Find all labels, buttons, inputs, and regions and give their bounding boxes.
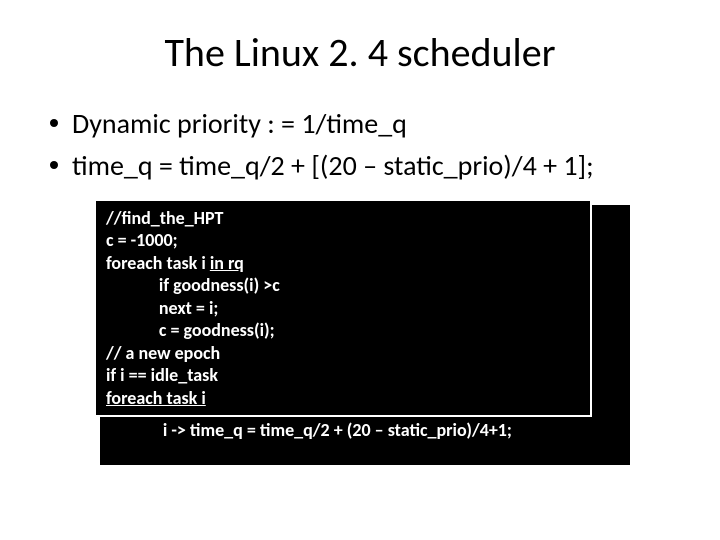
bullet-item: Dynamic priority : = 1/time_q bbox=[50, 105, 680, 143]
code-line: // a new epoch bbox=[106, 342, 580, 365]
code-text: foreach task i bbox=[106, 252, 210, 274]
code-line: if i == idle_task bbox=[106, 364, 580, 387]
code-text-underline: in rq bbox=[210, 252, 244, 274]
slide: The Linux 2. 4 scheduler Dynamic priorit… bbox=[0, 0, 720, 540]
code-line: foreach task i in rq bbox=[106, 252, 580, 275]
bullet-text: Dynamic priority : = 1/time_q bbox=[72, 105, 407, 143]
code-line: if goodness(i) >c bbox=[106, 274, 580, 297]
code-line: //find_the_HPT bbox=[106, 207, 580, 230]
code-block: //find_the_HPT c = -1000; foreach task i… bbox=[100, 205, 630, 442]
bullet-dot-icon bbox=[50, 119, 58, 127]
bullet-list: Dynamic priority : = 1/time_q time_q = t… bbox=[40, 105, 680, 185]
bullet-text: time_q = time_q/2 + [(20 – static_prio)/… bbox=[72, 147, 594, 185]
code-line: c = goodness(i); bbox=[106, 319, 580, 342]
bullet-item: time_q = time_q/2 + [(20 – static_prio)/… bbox=[50, 147, 680, 185]
code-box: //find_the_HPT c = -1000; foreach task i… bbox=[94, 199, 592, 418]
code-line: c = -1000; bbox=[106, 229, 580, 252]
code-line-overflow: i -> time_q = time_q/2 + (20 – static_pr… bbox=[100, 419, 630, 442]
code-line: next = i; bbox=[106, 297, 580, 320]
slide-title: The Linux 2. 4 scheduler bbox=[40, 28, 680, 77]
bullet-dot-icon bbox=[50, 161, 58, 169]
code-line: foreach task i bbox=[106, 387, 580, 410]
